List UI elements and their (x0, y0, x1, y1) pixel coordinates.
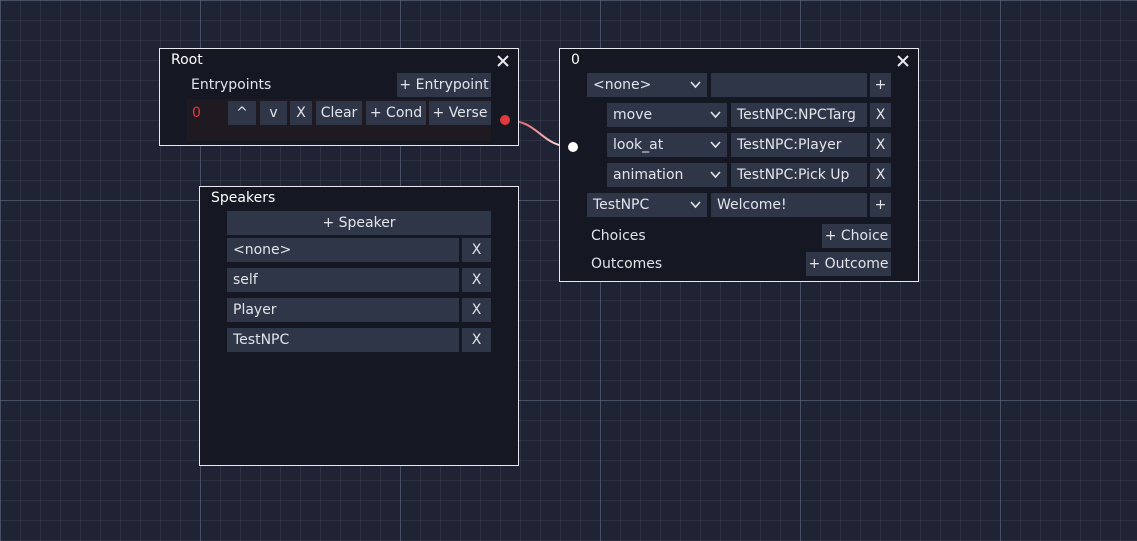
input-port[interactable] (568, 142, 578, 152)
remove-action-button[interactable]: X (870, 163, 891, 187)
action-type-value: move (613, 107, 653, 123)
add-action-button[interactable]: + (870, 73, 891, 97)
remove-speaker-button[interactable]: X (462, 328, 491, 352)
speakers-node[interactable]: Speakers + Speaker <none> X self X Playe… (199, 186, 519, 466)
chevron-down-icon (690, 81, 701, 89)
remove-speaker-button[interactable]: X (462, 268, 491, 292)
add-choice-button[interactable]: + Choice (822, 224, 891, 248)
line-speaker-value: TestNPC (593, 197, 650, 213)
chevron-down-icon (710, 111, 721, 119)
remove-entrypoint-button[interactable]: X (290, 101, 312, 125)
add-speaker-button[interactable]: + Speaker (227, 211, 491, 235)
add-outcome-button[interactable]: + Outcome (806, 252, 891, 276)
move-down-button[interactable]: v (260, 101, 287, 125)
clear-button[interactable]: Clear (316, 101, 362, 125)
action-target-field[interactable]: TestNPC:Player (731, 133, 867, 157)
speaker-name-field[interactable]: Player (227, 298, 459, 322)
entrypoints-label: Entrypoints (191, 77, 272, 93)
header-text-field[interactable] (711, 73, 867, 97)
verse-node-title: 0 (571, 52, 580, 68)
speaker-name-field[interactable]: <none> (227, 238, 459, 262)
verse-node[interactable]: 0 <none> + move TestNPC:NPCTarg X look_a… (559, 48, 919, 282)
chevron-down-icon (710, 141, 721, 149)
output-port[interactable] (500, 115, 510, 125)
speaker-name-field[interactable]: TestNPC (227, 328, 459, 352)
header-speaker-dropdown[interactable]: <none> (587, 73, 707, 97)
move-up-button[interactable]: ^ (228, 101, 256, 125)
chevron-down-icon (690, 201, 701, 209)
close-icon[interactable] (895, 53, 911, 69)
root-node[interactable]: Root Entrypoints + Entrypoint 0 ^ v X Cl… (159, 48, 519, 146)
choices-label: Choices (591, 228, 646, 244)
remove-action-button[interactable]: X (870, 133, 891, 157)
header-speaker-value: <none> (593, 77, 652, 93)
action-type-dropdown[interactable]: move (607, 103, 727, 127)
remove-speaker-button[interactable]: X (462, 298, 491, 322)
root-node-title: Root (171, 52, 203, 68)
chevron-down-icon (710, 171, 721, 179)
entrypoint-index: 0 (192, 105, 201, 121)
action-target-field[interactable]: TestNPC:NPCTarg (731, 103, 867, 127)
remove-speaker-button[interactable]: X (462, 238, 491, 262)
line-text-field[interactable]: Welcome! (711, 193, 867, 217)
action-type-dropdown[interactable]: animation (607, 163, 727, 187)
action-type-value: look_at (613, 137, 664, 153)
speaker-name-field[interactable]: self (227, 268, 459, 292)
speakers-node-title: Speakers (211, 190, 276, 206)
add-verse-button[interactable]: + Verse (429, 101, 491, 125)
close-icon[interactable] (495, 53, 511, 69)
outcomes-label: Outcomes (591, 256, 663, 272)
remove-action-button[interactable]: X (870, 103, 891, 127)
add-cond-button[interactable]: + Cond (366, 101, 426, 125)
action-target-field[interactable]: TestNPC:Pick Up (731, 163, 867, 187)
add-line-action-button[interactable]: + (870, 193, 891, 217)
add-entrypoint-button[interactable]: + Entrypoint (397, 73, 491, 97)
line-speaker-dropdown[interactable]: TestNPC (587, 193, 707, 217)
action-type-dropdown[interactable]: look_at (607, 133, 727, 157)
action-type-value: animation (613, 167, 684, 183)
